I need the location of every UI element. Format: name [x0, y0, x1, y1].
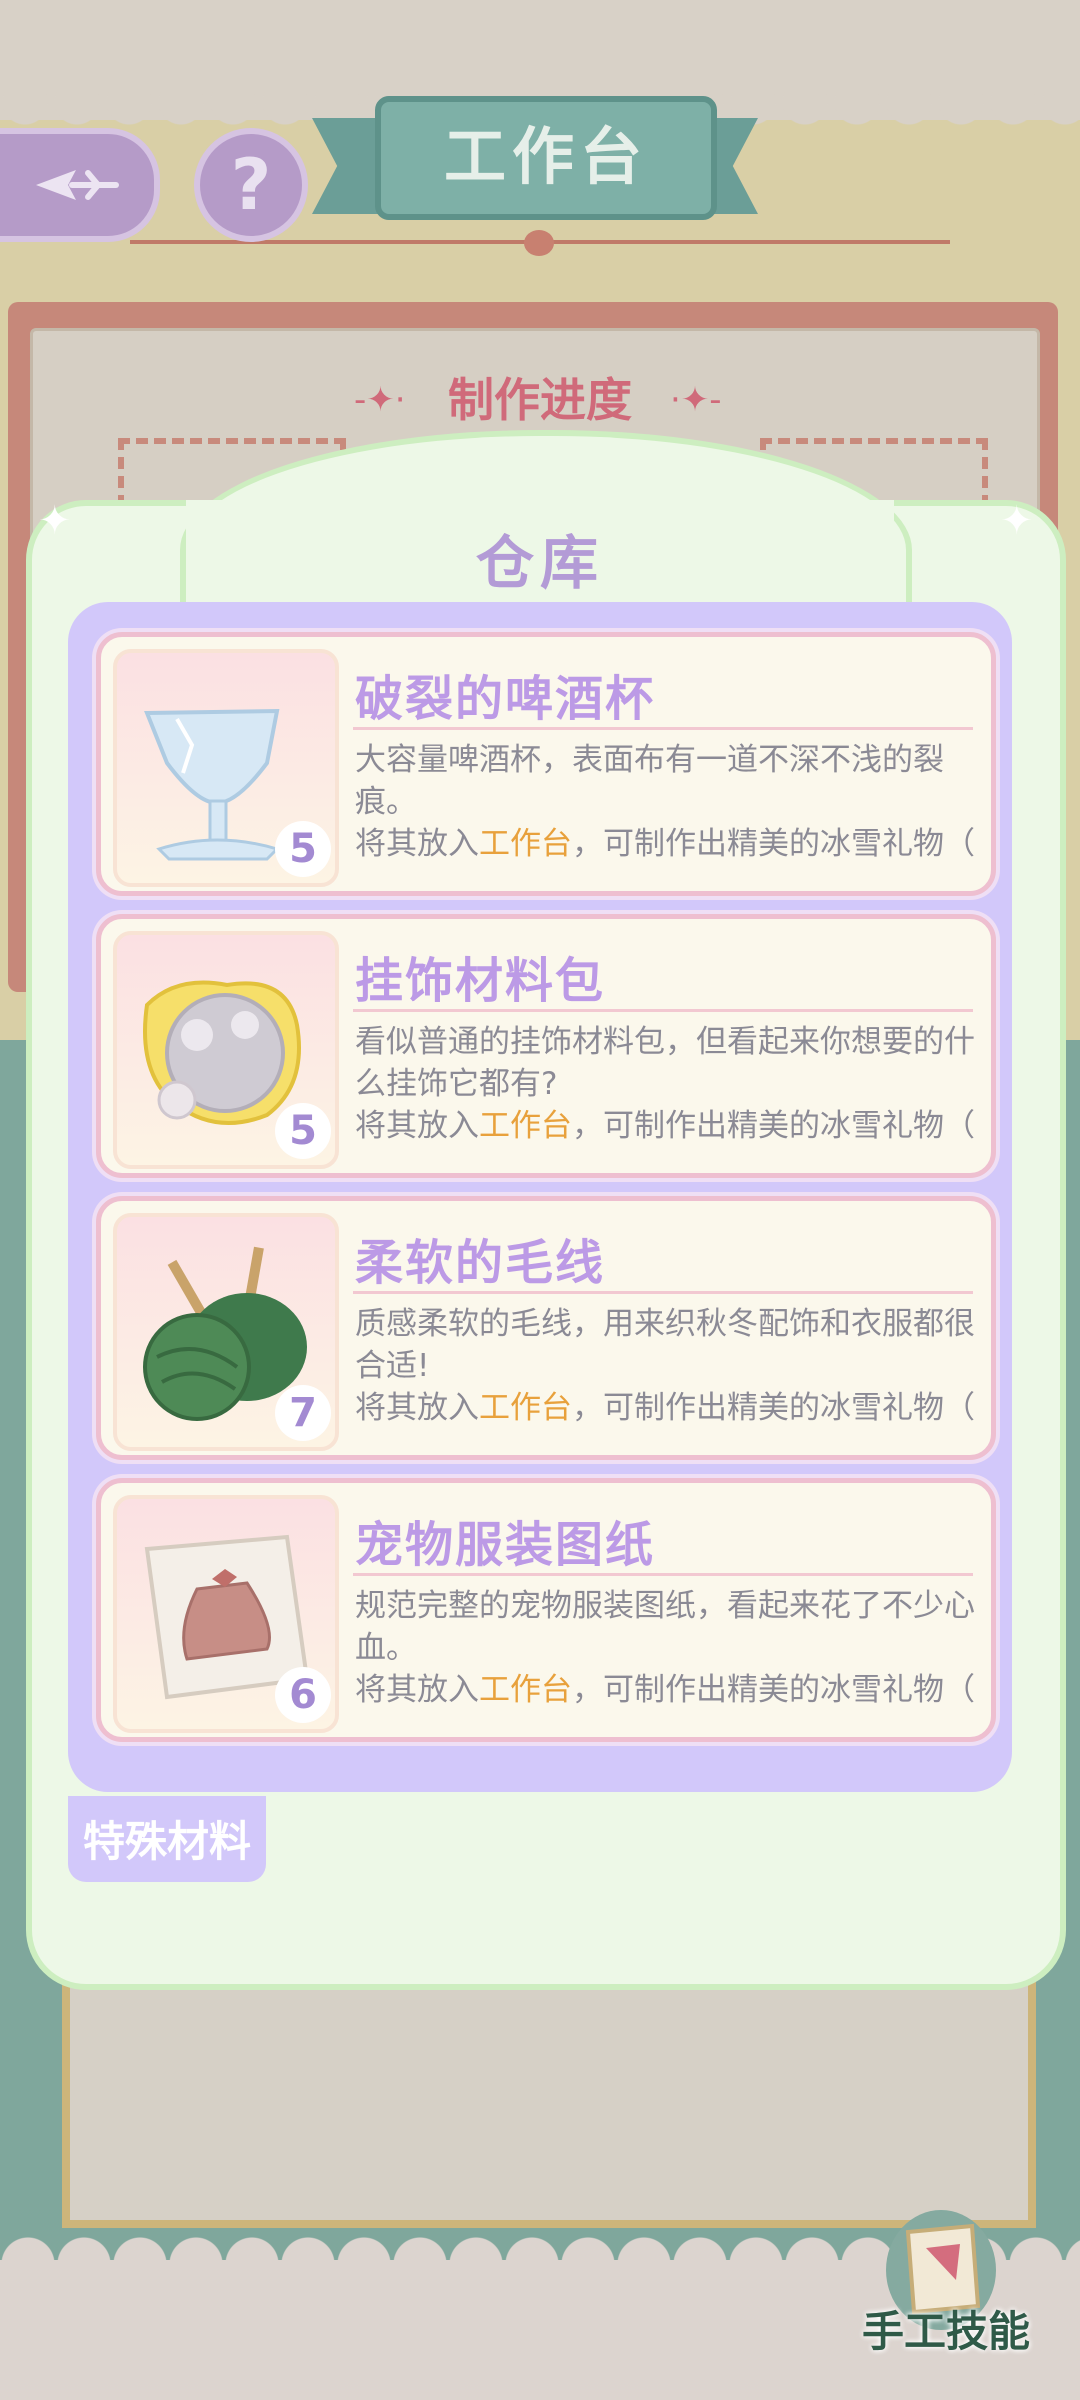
- item-description: 大容量啤酒杯，表面布有一道不深不浅的裂痕。: [355, 742, 944, 820]
- item-usage: 将其放入工作台，可制作出精美的冰雪礼物（: [355, 826, 975, 862]
- back-button[interactable]: [0, 128, 160, 242]
- item-thumbnail: 5: [113, 649, 339, 887]
- item-divider: [353, 1009, 973, 1012]
- workbench-highlight: 工作台: [479, 1672, 572, 1708]
- warehouse-title: 仓库: [475, 529, 604, 597]
- page-title: 工作台: [443, 120, 648, 193]
- workbench-highlight: 工作台: [479, 1108, 572, 1144]
- progress-title: 制作进度: [448, 373, 632, 427]
- back-arrow-icon: [36, 170, 119, 200]
- item-name: 宠物服装图纸: [355, 1517, 656, 1573]
- item-usage: 将其放入工作台，可制作出精美的冰雪礼物（: [355, 1108, 975, 1144]
- item-divider: [353, 1291, 973, 1294]
- item-count: 6: [275, 1667, 331, 1723]
- crafting-skill-label: 手工技能: [861, 2307, 1030, 2356]
- item-divider: [353, 1573, 973, 1576]
- item-name: 破裂的啤酒杯: [355, 671, 656, 727]
- sparkle-icon: ✦: [1000, 498, 1034, 544]
- item-count: 5: [275, 1103, 331, 1159]
- workbench-highlight: 工作台: [479, 1390, 572, 1426]
- tab-label: 特殊材料: [82, 1817, 251, 1866]
- item-thumbnail: 5: [113, 931, 339, 1169]
- crafting-skill-button[interactable]: 手工技能: [846, 2210, 1046, 2360]
- workbench-highlight: 工作台: [479, 826, 572, 862]
- item-description: 规范完整的宠物服装图纸，看起来花了不少心血。: [355, 1588, 975, 1666]
- item-card[interactable]: 5 挂饰材料包 看似普通的挂饰材料包，但看起来你想要的什么挂饰它都有? 将其放入…: [96, 914, 996, 1178]
- item-thumbnail: 6: [113, 1495, 339, 1733]
- item-card[interactable]: 5 破裂的啤酒杯 大容量啤酒杯，表面布有一道不深不浅的裂痕。 将其放入工作台，可…: [96, 632, 996, 896]
- item-name: 挂饰材料包: [355, 953, 606, 1009]
- item-divider: [353, 727, 973, 730]
- item-card[interactable]: 6 宠物服装图纸 规范完整的宠物服装图纸，看起来花了不少心血。 将其放入工作台，…: [96, 1478, 996, 1742]
- sparkle-icon: ✦: [38, 498, 72, 544]
- item-description: 看似普通的挂饰材料包，但看起来你想要的什么挂饰它都有?: [355, 1024, 975, 1102]
- item-card[interactable]: 7 柔软的毛线 质感柔软的毛线，用来织秋冬配饰和衣服都很合适! 将其放入工作台，…: [96, 1196, 996, 1460]
- item-count: 5: [275, 821, 331, 877]
- board-pin: [524, 230, 554, 256]
- item-thumbnail: 7: [113, 1213, 339, 1451]
- item-usage: 将其放入工作台，可制作出精美的冰雪礼物（: [355, 1672, 975, 1708]
- item-count: 7: [275, 1385, 331, 1441]
- item-usage: 将其放入工作台，可制作出精美的冰雪礼物（: [355, 1390, 975, 1426]
- item-name: 柔软的毛线: [355, 1235, 606, 1291]
- item-description: 质感柔软的毛线，用来织秋冬配饰和衣服都很合适!: [355, 1306, 975, 1384]
- tab-special-materials[interactable]: 特殊材料: [68, 1796, 266, 1882]
- question-mark-icon: ?: [230, 144, 272, 226]
- help-button[interactable]: ?: [194, 128, 308, 242]
